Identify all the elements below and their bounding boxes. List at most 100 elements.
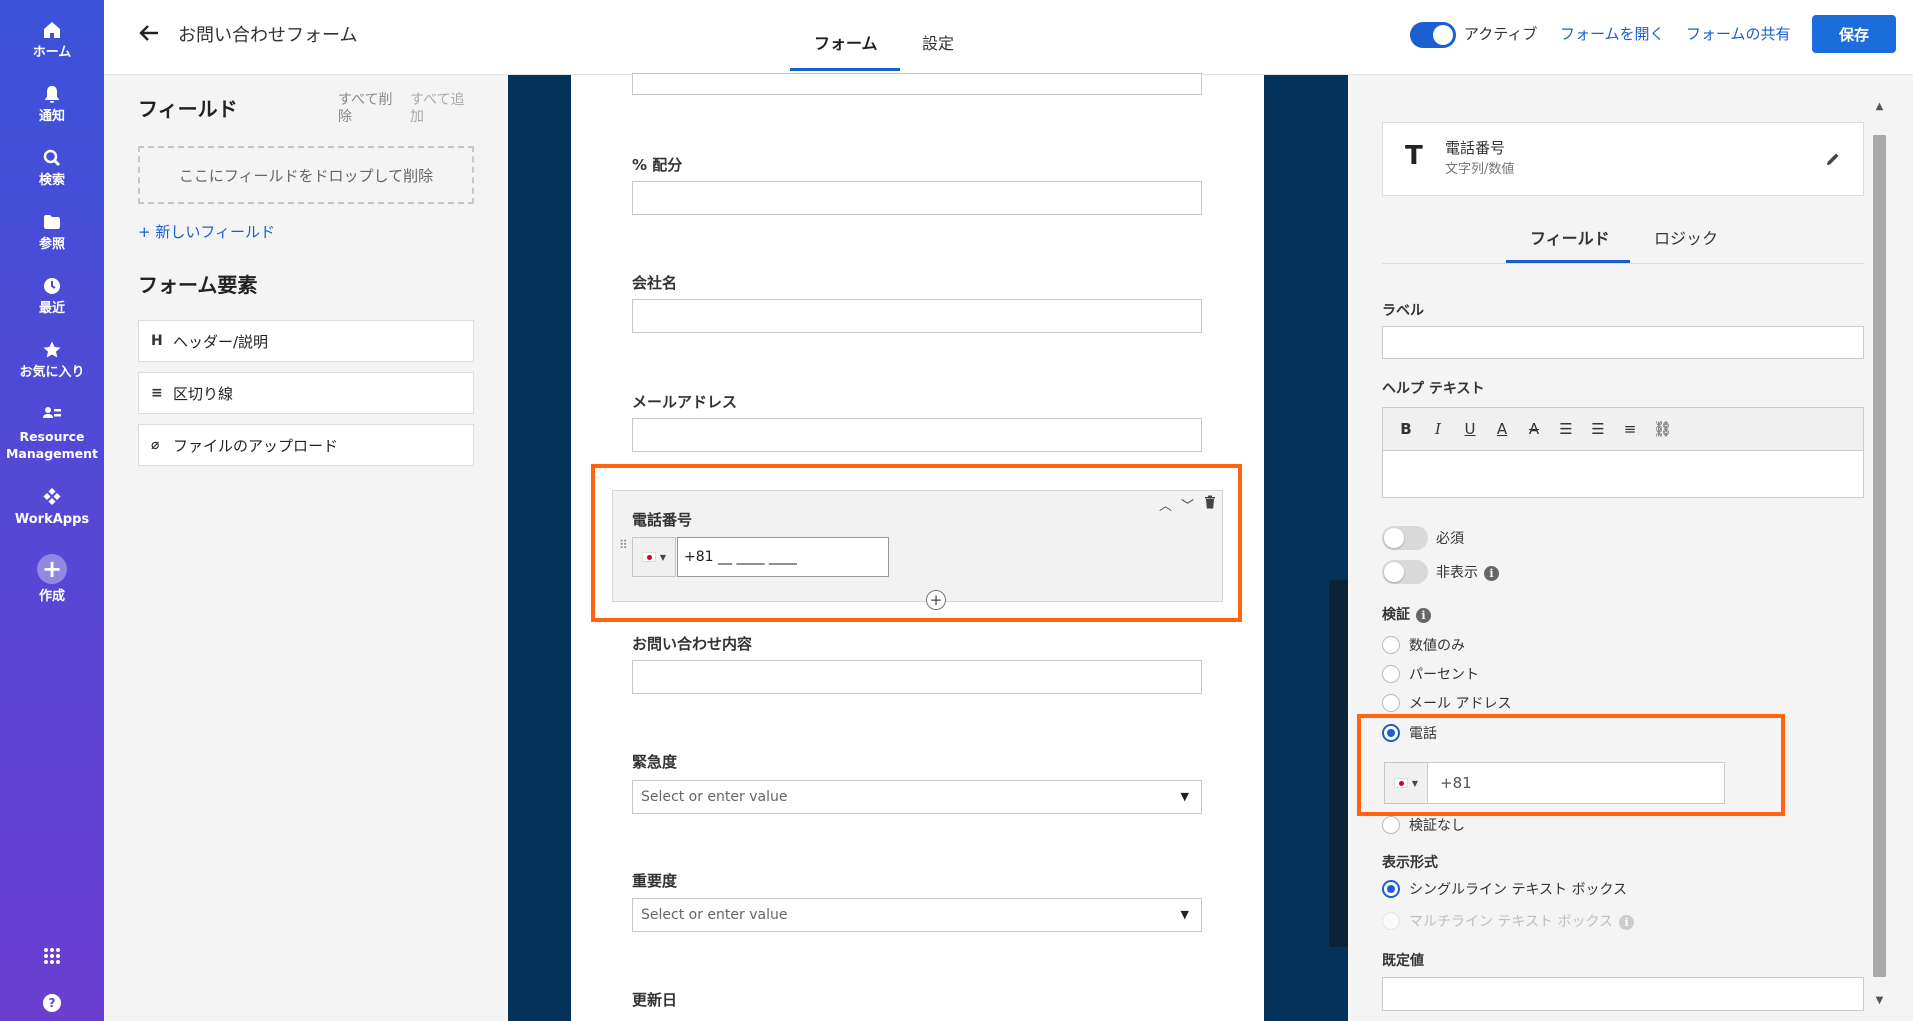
save-button[interactable]: 保存 <box>1812 15 1896 53</box>
field-name: 電話番号 <box>1445 139 1506 157</box>
tabs-divider <box>1382 263 1864 264</box>
scroll-up-arrow[interactable]: ▲ <box>1873 101 1886 112</box>
back-arrow-icon[interactable] <box>136 20 162 46</box>
radio-percent[interactable] <box>1382 665 1400 683</box>
underline-icon[interactable]: U <box>1461 420 1479 438</box>
form-field-input[interactable] <box>632 181 1202 215</box>
field-settings-panel: T 電話番号 文字列/数値 フィールド ロジック ラベル ヘルプ テキスト B … <box>1348 75 1913 1021</box>
label-heading: ラベル <box>1382 303 1424 319</box>
scroll-down-arrow[interactable]: ▼ <box>1873 995 1886 1006</box>
workapps-icon <box>42 487 62 507</box>
radio-no-validation[interactable] <box>1382 816 1400 834</box>
element-file-upload-label: ファイルのアップロード <box>173 436 339 455</box>
add-all-link[interactable]: すべて追加 <box>410 92 474 126</box>
nav-search[interactable]: 検索 <box>0 148 104 189</box>
italic-icon[interactable]: I <box>1429 420 1447 438</box>
radio-single-line-label: シングルライン テキスト ボックス <box>1409 882 1628 898</box>
star-icon <box>42 340 62 360</box>
remove-all-link[interactable]: すべて削除 <box>338 92 402 126</box>
radio-numbers-only[interactable] <box>1382 636 1400 654</box>
help-button[interactable]: ? <box>0 994 104 1016</box>
info-icon[interactable]: i <box>1416 607 1431 623</box>
search-icon <box>42 148 62 168</box>
field-summary-card: T 電話番号 文字列/数値 <box>1382 122 1864 196</box>
highlight-color-icon[interactable]: A <box>1525 420 1543 438</box>
new-field-link[interactable]: + 新しいフィールド <box>138 221 275 242</box>
app-launcher[interactable] <box>0 946 104 970</box>
clock-icon <box>42 276 62 296</box>
active-toggle[interactable] <box>1410 22 1456 48</box>
default-value-input[interactable] <box>1382 977 1864 1011</box>
nav-recent[interactable]: 最近 <box>0 276 104 317</box>
element-header[interactable]: H ヘッダー/説明 <box>138 320 474 362</box>
help-text-editor[interactable] <box>1382 450 1864 498</box>
form-field-input[interactable] <box>632 418 1202 452</box>
nav-browse[interactable]: 参照 <box>0 212 104 253</box>
canvas-scroll-strip <box>1329 580 1348 947</box>
nav-workapps[interactable]: WorkApps <box>0 487 104 528</box>
nav-workapps-label: WorkApps <box>14 512 90 527</box>
form-canvas: % 配分 会社名 メールアドレス 電話番号 ⠿ ▼ +81 __ ____ __… <box>508 73 1348 1021</box>
nav-home-label: ホーム <box>32 45 72 60</box>
info-icon: i <box>1619 914 1635 930</box>
radio-single-line[interactable] <box>1382 880 1400 898</box>
paperclip-icon: ⌀ <box>151 437 160 453</box>
open-form-link[interactable]: フォームを開く <box>1560 23 1665 44</box>
folder-icon <box>42 212 62 232</box>
settings-scrollbar[interactable] <box>1873 135 1886 977</box>
element-divider-label: 区切り線 <box>173 384 234 403</box>
form-field-label: メールアドレス <box>632 393 738 411</box>
bullet-list-icon[interactable]: ☰ <box>1589 420 1607 438</box>
radio-email[interactable] <box>1382 694 1400 712</box>
form-field-input[interactable] <box>632 660 1202 694</box>
nav-create[interactable]: + 作成 <box>0 554 104 605</box>
left-nav: ホーム 通知 検索 参照 最近 お気に入り Resource Managemen… <box>0 0 104 1021</box>
hidden-toggle[interactable] <box>1382 560 1428 584</box>
tab-form-underline <box>790 68 900 71</box>
page-title: お問い合わせフォーム <box>178 25 358 46</box>
validation-heading-text: 検証 <box>1382 607 1410 623</box>
home-icon <box>42 20 62 40</box>
element-file-upload[interactable]: ⌀ ファイルのアップロード <box>138 424 474 466</box>
bold-icon[interactable]: B <box>1397 420 1415 438</box>
form-field-label: 更新日 <box>632 991 678 1009</box>
help-icon: ? <box>43 994 61 1012</box>
drop-zone[interactable]: ここにフィールドをドロップして削除 <box>138 146 474 204</box>
label-input[interactable] <box>1382 326 1864 359</box>
font-color-icon[interactable]: A <box>1493 420 1511 438</box>
radio-multi-line-label: マルチライン テキスト ボックス i <box>1409 911 1635 931</box>
nav-favorites[interactable]: お気に入り <box>0 340 104 381</box>
required-toggle[interactable] <box>1382 526 1428 550</box>
radio-multi-line-text: マルチライン テキスト ボックス <box>1409 914 1614 930</box>
importance-select[interactable]: Select or enter value ▼ <box>632 898 1202 932</box>
nav-notifications[interactable]: 通知 <box>0 84 104 125</box>
element-divider[interactable]: ≡ 区切り線 <box>138 372 474 414</box>
tab-logic[interactable]: ロジック <box>1654 225 1718 249</box>
numbered-list-icon[interactable]: ☰ <box>1557 420 1575 438</box>
link-icon[interactable]: ⛓ <box>1653 420 1672 438</box>
form-field-input[interactable] <box>632 299 1202 333</box>
phone-field-highlight <box>591 464 1242 622</box>
phone-validation-highlight <box>1357 714 1785 816</box>
bell-icon <box>42 84 62 104</box>
nav-home[interactable]: ホーム <box>0 20 104 61</box>
tab-field[interactable]: フィールド <box>1530 225 1610 249</box>
dropdown-arrow-icon: ▼ <box>1180 790 1189 803</box>
divider-icon: ≡ <box>151 385 163 401</box>
align-icon[interactable]: ≡ <box>1621 420 1639 438</box>
fields-panel: フィールド すべて削除 すべて追加 ここにフィールドをドロップして削除 + 新し… <box>104 75 508 1021</box>
nav-browse-label: 参照 <box>38 237 65 252</box>
info-icon[interactable]: i <box>1484 565 1499 581</box>
share-form-link[interactable]: フォームの共有 <box>1686 23 1791 44</box>
form-field-input-top[interactable] <box>632 73 1202 95</box>
nav-resource-management[interactable]: Resource Management <box>0 404 104 462</box>
radio-percent-label: パーセント <box>1409 667 1479 683</box>
tab-form[interactable]: フォーム <box>814 30 878 54</box>
default-value-heading: 既定値 <box>1382 953 1424 969</box>
urgency-select[interactable]: Select or enter value ▼ <box>632 780 1202 814</box>
pencil-icon[interactable] <box>1825 151 1841 167</box>
rich-text-toolbar: B I U A A ☰ ☰ ≡ ⛓ <box>1382 407 1864 451</box>
nav-notifications-label: 通知 <box>38 109 65 124</box>
nav-search-label: 検索 <box>38 173 65 188</box>
tab-settings[interactable]: 設定 <box>922 30 954 54</box>
